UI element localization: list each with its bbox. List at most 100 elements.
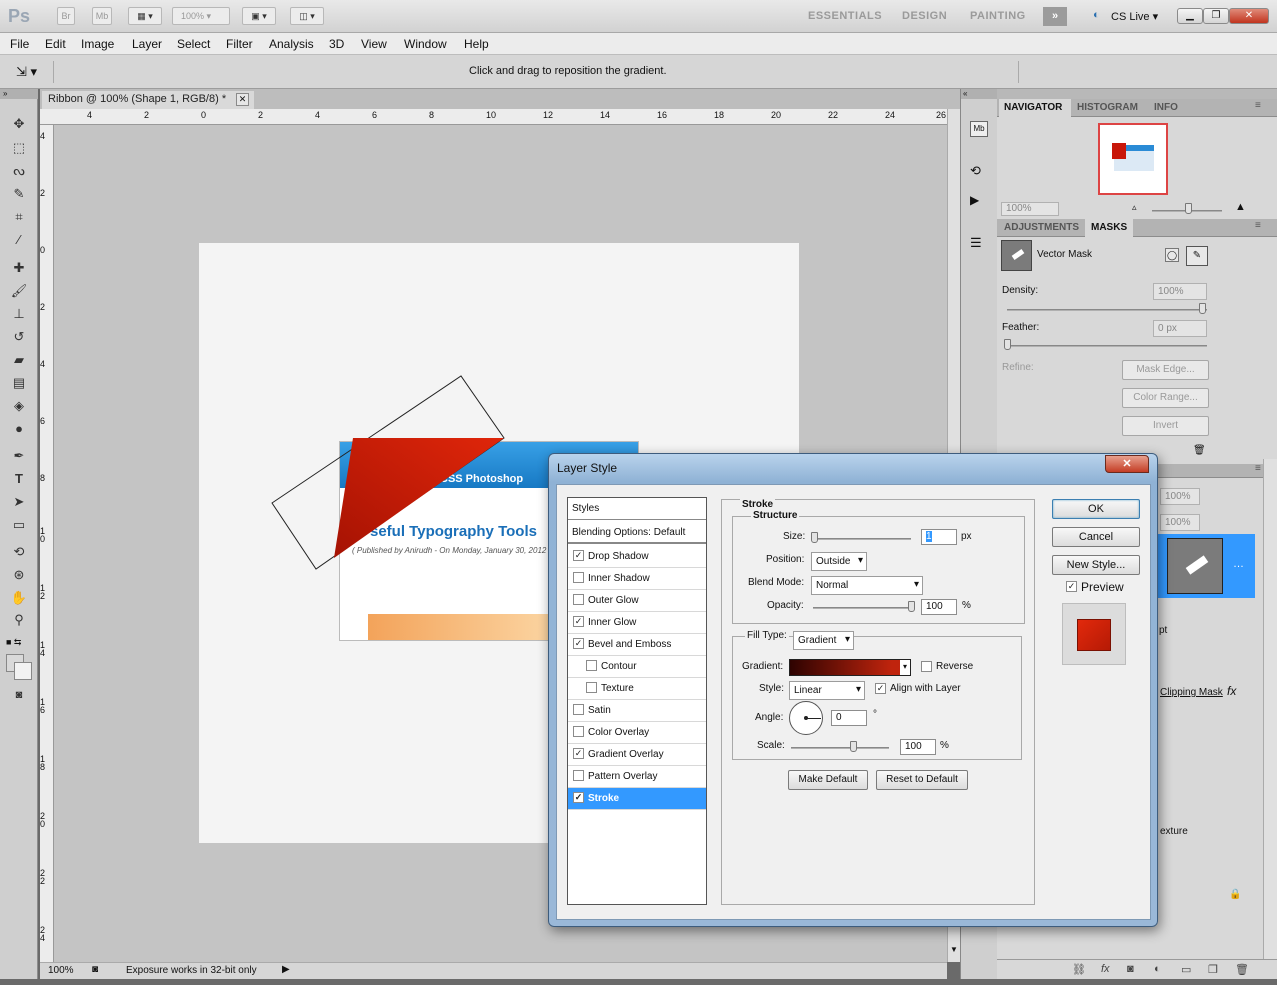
align-layer-checkbox[interactable]: ✓ xyxy=(875,683,886,694)
mask-edge-button[interactable]: Mask Edge... xyxy=(1122,360,1209,380)
add-mask-icon[interactable]: ◙ xyxy=(1127,963,1134,975)
3d-rotate-tool-icon[interactable]: ⟲ xyxy=(9,543,29,561)
style-pattern-overlay[interactable]: Pattern Overlay xyxy=(568,766,706,788)
style-color-overlay[interactable]: Color Overlay xyxy=(568,722,706,744)
gradient-dropdown-icon[interactable]: ▾ xyxy=(900,660,910,675)
cslive-menu[interactable]: CS Live ▾ xyxy=(1111,10,1158,23)
zoom-tool-icon[interactable]: ⚲ xyxy=(9,611,29,629)
position-select[interactable]: Outside xyxy=(811,552,867,571)
workspace-design[interactable]: DESIGN xyxy=(902,10,947,22)
reverse-checkbox[interactable] xyxy=(921,661,932,672)
tab-navigator[interactable]: NAVIGATOR xyxy=(1004,102,1062,113)
gradient-style-select[interactable]: Linear xyxy=(789,681,865,700)
tool-presets-panel-icon[interactable]: ☰ xyxy=(970,235,982,251)
close-window-button[interactable]: ✕ xyxy=(1229,8,1269,24)
layer-fill-field[interactable]: 100% xyxy=(1160,514,1200,531)
style-checkbox[interactable] xyxy=(586,660,597,671)
scale-thumb[interactable] xyxy=(850,741,857,752)
style-bevel-emboss[interactable]: ✓ Bevel and Emboss xyxy=(568,634,706,656)
style-gradient-overlay[interactable]: ✓ Gradient Overlay xyxy=(568,744,706,766)
workspace-painting[interactable]: PAINTING xyxy=(970,10,1026,22)
tab-masks[interactable]: MASKS xyxy=(1091,222,1127,233)
menu-view[interactable]: View xyxy=(361,37,387,51)
size-field[interactable]: 1 xyxy=(921,529,957,545)
history-brush-tool-icon[interactable]: ↺ xyxy=(9,328,29,346)
menu-select[interactable]: Select xyxy=(177,37,210,51)
screen-mode-button[interactable]: ◫ ▾ xyxy=(290,7,324,25)
opacity-slider[interactable] xyxy=(813,607,913,609)
style-texture[interactable]: Texture xyxy=(568,678,706,700)
mini-bridge-panel-icon[interactable]: Mb xyxy=(970,121,988,137)
style-checkbox[interactable]: ✓ xyxy=(573,748,584,759)
gradient-tool-icon[interactable]: ▤ xyxy=(9,374,29,392)
style-satin[interactable]: Satin xyxy=(568,700,706,722)
move-tool-icon[interactable]: ✥ xyxy=(9,115,29,133)
workspace-essentials[interactable]: ESSENTIALS xyxy=(808,10,882,22)
quick-select-tool-icon[interactable]: ✎ xyxy=(9,185,29,203)
style-checkbox[interactable]: ✓ xyxy=(573,616,584,627)
zoom-level-select[interactable]: 100% ▾ xyxy=(172,7,230,25)
style-inner-shadow[interactable]: Inner Shadow xyxy=(568,568,706,590)
healing-brush-tool-icon[interactable]: ✚ xyxy=(9,259,29,277)
menu-image[interactable]: Image xyxy=(81,37,114,51)
layers-scrollbar[interactable] xyxy=(1263,459,1277,959)
new-group-icon[interactable]: ▭ xyxy=(1181,963,1191,976)
vector-mask-icon[interactable]: ✎ xyxy=(1186,246,1208,266)
zoom-out-icon[interactable]: ▵ xyxy=(1132,202,1137,213)
invert-button[interactable]: Invert xyxy=(1122,416,1209,436)
clipping-mask-label[interactable]: Clipping Mask xyxy=(1160,687,1223,698)
density-thumb[interactable] xyxy=(1199,303,1206,314)
quick-mask-icon[interactable]: ◙ xyxy=(9,686,29,704)
dock-expand-icon[interactable]: « xyxy=(961,89,998,99)
default-colors-icon[interactable]: ■ ⇆ xyxy=(6,637,21,648)
type-tool-icon[interactable]: T xyxy=(9,470,29,488)
feather-field[interactable]: 0 px xyxy=(1153,320,1207,337)
tool-preset-picker[interactable]: ⇲ ▾ xyxy=(6,61,54,83)
minimize-button[interactable]: ▁ xyxy=(1177,8,1203,24)
opacity-field[interactable]: 100 xyxy=(921,599,957,615)
style-checkbox[interactable]: ✓ xyxy=(573,550,584,561)
make-default-button[interactable]: Make Default xyxy=(788,770,868,790)
menu-filter[interactable]: Filter xyxy=(226,37,253,51)
tab-adjustments[interactable]: ADJUSTMENTS xyxy=(1004,222,1079,233)
3d-orbit-tool-icon[interactable]: ⊛ xyxy=(9,566,29,584)
scale-slider[interactable] xyxy=(791,747,889,749)
minibridge-button[interactable]: Mb xyxy=(92,7,112,25)
panel-menu-icon[interactable]: ≡ xyxy=(1255,100,1261,111)
status-menu-arrow-icon[interactable]: ▶ xyxy=(282,964,290,975)
size-thumb[interactable] xyxy=(811,532,818,543)
pen-tool-icon[interactable]: ✒ xyxy=(9,447,29,465)
path-selection-tool-icon[interactable]: ➤ xyxy=(9,493,29,511)
size-slider[interactable] xyxy=(813,538,911,540)
gradient-picker[interactable]: ▾ xyxy=(789,659,911,676)
brush-tool-icon[interactable]: 🖌 xyxy=(9,282,29,300)
menu-file[interactable]: File xyxy=(10,37,29,51)
new-style-button[interactable]: New Style... xyxy=(1052,555,1140,575)
style-outer-glow[interactable]: Outer Glow xyxy=(568,590,706,612)
dialog-close-button[interactable]: ✕ xyxy=(1105,455,1149,473)
zoom-in-icon[interactable]: ▲ xyxy=(1235,201,1246,213)
more-workspaces-icon[interactable]: » xyxy=(1043,7,1067,26)
delete-mask-icon[interactable]: 🗑 xyxy=(1193,445,1206,456)
pixel-mask-icon[interactable]: ◯ xyxy=(1165,248,1179,262)
style-checkbox[interactable] xyxy=(573,572,584,583)
add-style-icon[interactable]: fx xyxy=(1101,963,1110,975)
angle-dial[interactable] xyxy=(789,701,823,735)
blend-mode-select[interactable]: Normal xyxy=(811,576,923,595)
menu-help[interactable]: Help xyxy=(464,37,489,51)
feather-slider[interactable] xyxy=(1007,345,1207,347)
dodge-tool-icon[interactable]: ● xyxy=(9,420,29,438)
status-info-icon[interactable]: ◙ xyxy=(92,964,98,975)
style-checkbox[interactable]: ✓ xyxy=(573,638,584,649)
navigator-zoom-thumb[interactable] xyxy=(1185,203,1192,214)
color-range-button[interactable]: Color Range... xyxy=(1122,388,1209,408)
maximize-button[interactable]: ❐ xyxy=(1203,8,1229,24)
selected-layer-row[interactable]: … xyxy=(1157,534,1255,598)
link-layers-icon[interactable]: ⛓ xyxy=(1072,963,1086,976)
new-layer-icon[interactable]: ❐ xyxy=(1208,963,1218,976)
actions-panel-icon[interactable]: ▶ xyxy=(970,193,979,207)
navigator-thumbnail[interactable] xyxy=(1098,123,1168,195)
hand-tool-icon[interactable]: ✋ xyxy=(9,589,29,607)
preview-checkbox[interactable]: ✓ xyxy=(1066,581,1077,592)
reset-default-button[interactable]: Reset to Default xyxy=(876,770,968,790)
